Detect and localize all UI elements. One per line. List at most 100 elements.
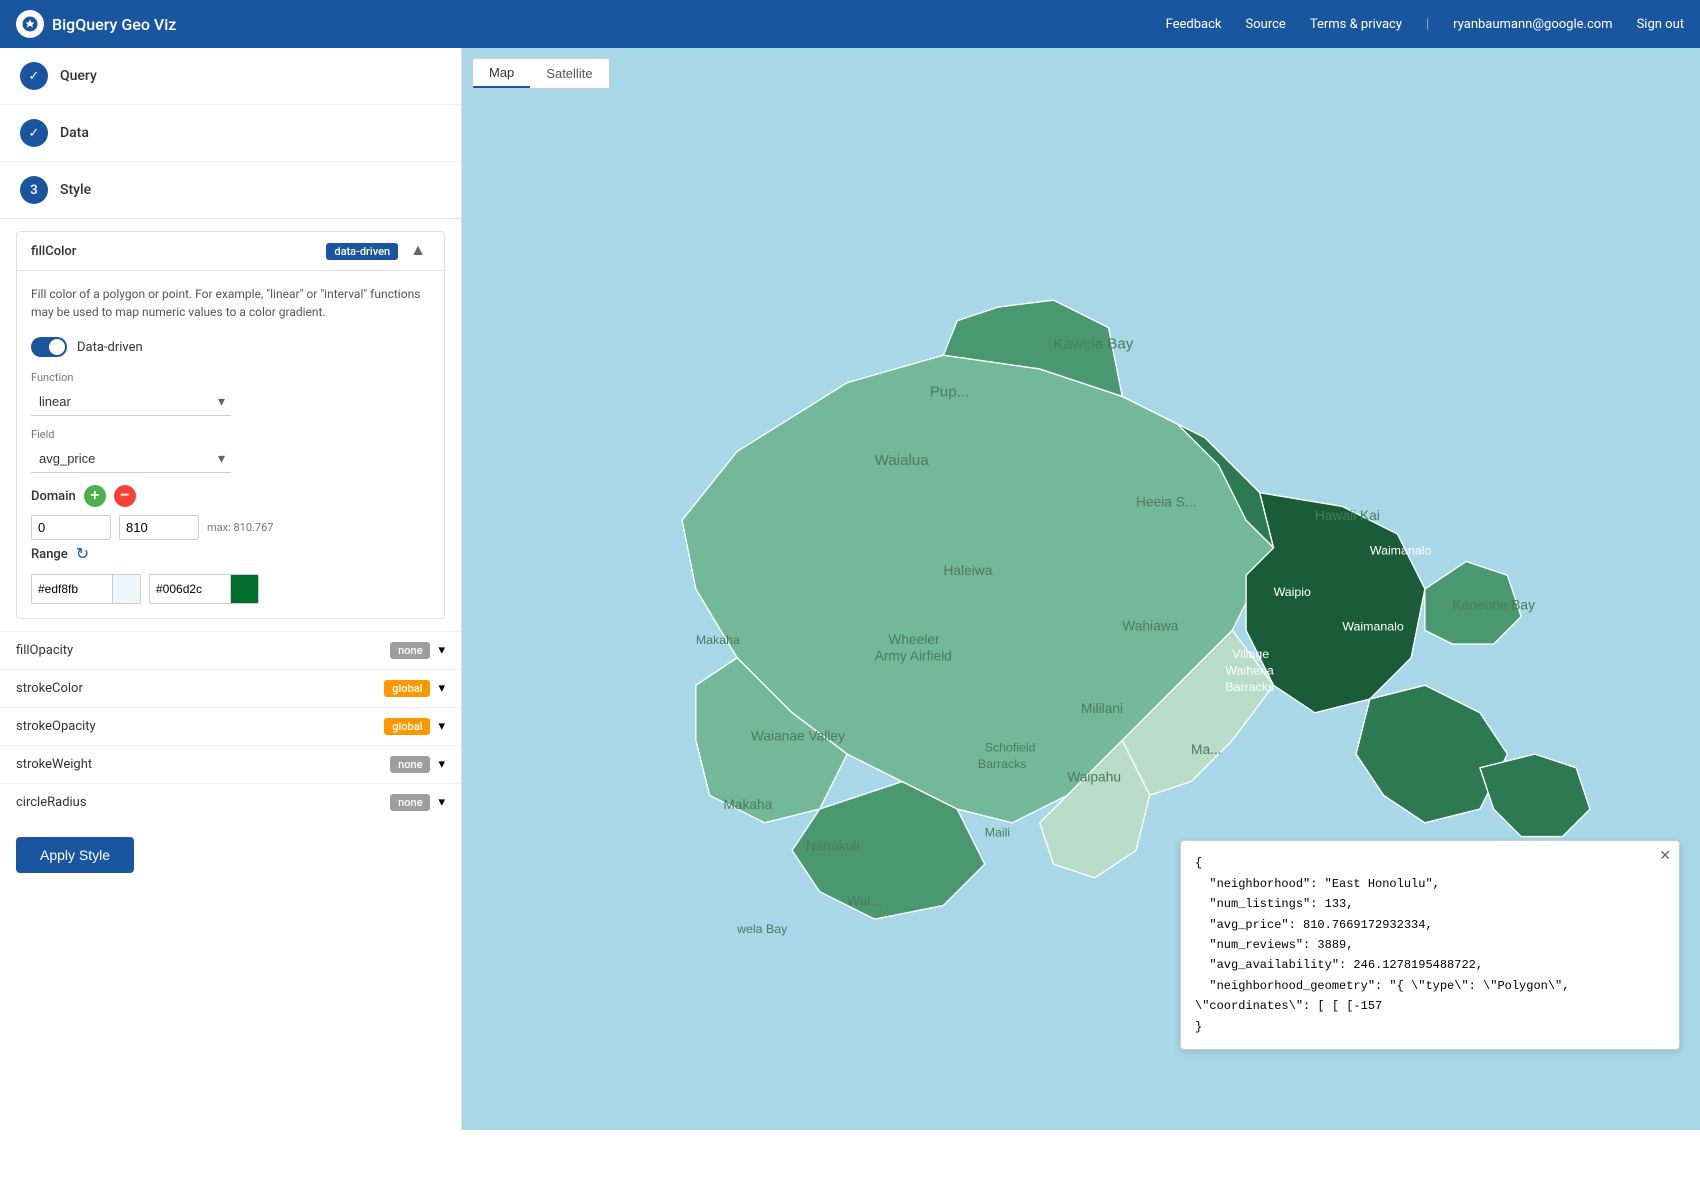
popup-num-listings: "num_listings": 133, (1195, 894, 1665, 914)
step-query[interactable]: ✓ Query (0, 48, 461, 105)
svg-text:Barracks: Barracks (978, 757, 1027, 771)
domain-remove-btn[interactable]: − (114, 485, 136, 507)
svg-text:Waianae Valley: Waianae Valley (751, 728, 845, 743)
data-driven-toggle[interactable] (31, 337, 67, 357)
circle-radius-chevron: ▾ (438, 795, 445, 810)
range-label: Range (31, 547, 68, 562)
stroke-color-row[interactable]: strokeColor global ▾ (0, 669, 461, 707)
svg-text:Maili: Maili (985, 826, 1010, 840)
svg-text:Waihena: Waihena (1225, 663, 1273, 677)
fill-opacity-chevron: ▾ (438, 643, 445, 658)
fill-color-card: fillColor data-driven ▲ Fill color of a … (16, 231, 445, 619)
terms-link[interactable]: Terms & privacy (1310, 17, 1402, 32)
svg-text:Village: Village (1232, 647, 1269, 661)
signout-link[interactable]: Sign out (1637, 17, 1684, 32)
stroke-opacity-chevron: ▾ (438, 719, 445, 734)
fill-color-desc: Fill color of a polygon or point. For ex… (31, 285, 430, 321)
circle-radius-right: none ▾ (390, 794, 445, 811)
tab-satellite[interactable]: Satellite (530, 59, 608, 88)
popup-close-btn[interactable]: ✕ (1659, 847, 1671, 864)
stroke-color-badge: global (384, 680, 430, 697)
function-select-wrapper: linear interval categorical (31, 388, 231, 416)
domain-min-input[interactable] (31, 515, 111, 540)
stroke-opacity-row[interactable]: strokeOpacity global ▾ (0, 707, 461, 745)
sidebar: ✓ Query ✓ Data 3 Style fillColor data-dr… (0, 48, 462, 1130)
svg-text:Waipahu: Waipahu (1067, 770, 1121, 785)
stroke-color-right: global ▾ (384, 680, 445, 697)
stroke-weight-badge: none (390, 756, 430, 773)
map-popup: ✕ { "neighborhood": "East Honolulu", "nu… (1180, 840, 1680, 1050)
map-tabs: Map Satellite (472, 58, 610, 89)
popup-line-brace-open: { (1195, 853, 1665, 873)
fill-opacity-row[interactable]: fillOpacity none ▾ (0, 631, 461, 669)
map-area: Map Satellite (462, 48, 1700, 1130)
field-label: Field (31, 428, 430, 441)
svg-text:Waimanalo: Waimanalo (1342, 619, 1403, 633)
svg-text:Wahiawa: Wahiawa (1122, 618, 1178, 633)
step-data-circle: ✓ (20, 119, 48, 147)
feedback-link[interactable]: Feedback (1166, 17, 1222, 32)
stroke-weight-row[interactable]: strokeWeight none ▾ (0, 745, 461, 783)
user-email: ryanbaumann@google.com (1453, 17, 1612, 32)
tab-map[interactable]: Map (473, 59, 530, 88)
field-select[interactable]: avg_price num_listings num_reviews (31, 445, 231, 473)
svg-text:Nanakuli: Nanakuli (806, 838, 860, 853)
color-from-input[interactable] (32, 578, 112, 600)
circle-radius-row[interactable]: circleRadius none ▾ (0, 783, 461, 821)
fill-opacity-label: fillOpacity (16, 643, 73, 658)
stroke-color-chevron: ▾ (438, 681, 445, 696)
popup-num-reviews: "num_reviews": 3889, (1195, 935, 1665, 955)
stroke-color-label: strokeColor (16, 681, 83, 696)
popup-geometry: "neighborhood_geometry": "{ \"type\": \"… (1195, 976, 1665, 1017)
field-group: Field avg_price num_listings num_reviews (31, 428, 430, 473)
domain-label: Domain (31, 489, 76, 504)
fill-opacity-badge: none (390, 642, 430, 659)
step-style-header[interactable]: 3 Style (0, 162, 461, 219)
step-style-label: Style (60, 182, 91, 198)
svg-text:Pup...: Pup... (930, 383, 970, 400)
svg-text:Wheeler: Wheeler (888, 632, 940, 647)
svg-text:Makaha: Makaha (696, 633, 740, 647)
range-refresh-btn[interactable]: ↻ (76, 544, 89, 564)
stroke-opacity-label: strokeOpacity (16, 719, 96, 734)
step-style-circle: 3 (20, 176, 48, 204)
fill-color-body: Fill color of a polygon or point. For ex… (17, 271, 444, 618)
nav-divider: | (1426, 17, 1429, 32)
data-driven-toggle-label: Data-driven (77, 340, 143, 355)
step-query-circle: ✓ (20, 62, 48, 90)
color-to-swatch[interactable] (230, 575, 258, 603)
svg-text:Army Airfield: Army Airfield (875, 649, 952, 664)
function-select[interactable]: linear interval categorical (31, 388, 231, 416)
svg-text:Waimanalo: Waimanalo (1370, 544, 1431, 558)
stroke-weight-chevron: ▾ (438, 757, 445, 772)
popup-content: { "neighborhood": "East Honolulu", "num_… (1195, 853, 1665, 1037)
fill-color-collapse-btn[interactable]: ▲ (406, 242, 430, 260)
apply-style-button[interactable]: Apply Style (16, 837, 134, 873)
domain-inputs: max: 810.767 (31, 515, 430, 540)
circle-radius-label: circleRadius (16, 795, 87, 810)
color-from-swatch[interactable] (112, 575, 140, 603)
step-query-label: Query (60, 68, 97, 84)
svg-text:Schofield: Schofield (985, 740, 1036, 754)
header-nav: Feedback Source Terms & privacy | ryanba… (1166, 17, 1684, 32)
svg-text:Waipio: Waipio (1274, 585, 1311, 599)
domain-add-btn[interactable]: + (84, 485, 106, 507)
step-data-label: Data (60, 125, 89, 141)
main-layout: ✓ Query ✓ Data 3 Style fillColor data-dr… (0, 48, 1700, 1130)
stroke-opacity-right: global ▾ (384, 718, 445, 735)
domain-row: Domain + − (31, 485, 430, 507)
function-label: Function (31, 371, 430, 384)
style-section: fillColor data-driven ▲ Fill color of a … (0, 231, 461, 889)
domain-max-input[interactable] (119, 515, 199, 540)
source-link[interactable]: Source (1246, 17, 1286, 32)
data-driven-toggle-row: Data-driven (31, 337, 430, 357)
color-to-wrapper (149, 574, 259, 604)
app-logo: BigQuery Geo Viz (16, 10, 176, 38)
popup-neighborhood: "neighborhood": "East Honolulu", (1195, 874, 1665, 894)
step-data[interactable]: ✓ Data (0, 105, 461, 162)
svg-text:wela Bay: wela Bay (736, 922, 788, 936)
svg-text:Kaneohe Bay: Kaneohe Bay (1452, 598, 1535, 613)
svg-text:Mililani: Mililani (1081, 701, 1123, 716)
svg-text:Barracks: Barracks (1225, 680, 1274, 694)
color-to-input[interactable] (150, 578, 230, 600)
